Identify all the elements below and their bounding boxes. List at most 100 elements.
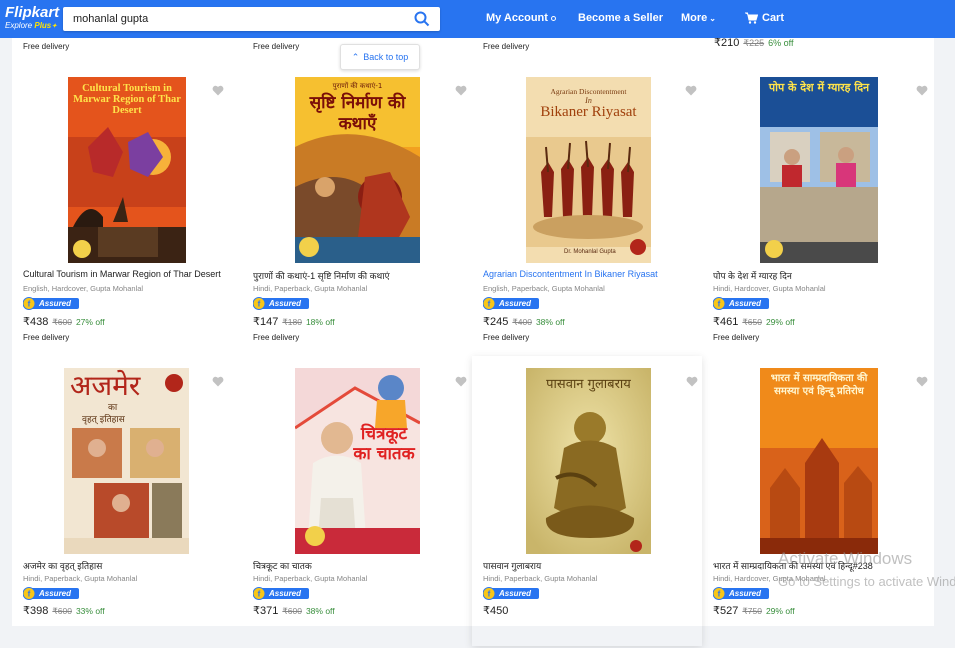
cover-title: पोप के देश में ग्यारह दिन (768, 81, 870, 94)
product-card[interactable]: पुराणों की कथाएं-1 सृष्टि निर्माण की कथा… (242, 68, 472, 358)
plus-star-icon: ✦ (51, 23, 58, 30)
price-text: ₹147 ₹180 18% off (253, 316, 335, 328)
top-header: Flipkart Explore Plus✦ My Account Become… (0, 0, 955, 38)
svg-text:f: f (258, 590, 261, 599)
search-box (63, 7, 440, 31)
product-title[interactable]: पुराणों की कथाएं-1 सृष्टि निर्माण की कथा… (253, 269, 390, 282)
cart-icon[interactable] (745, 12, 758, 24)
cover-art (526, 368, 651, 554)
delivery-text: Free delivery (23, 42, 70, 51)
product-meta: English, Paperback, Gupta Mohanlal (483, 284, 605, 293)
assured-label: Assured (499, 299, 532, 308)
heart-icon[interactable] (212, 85, 224, 96)
heart-icon[interactable] (455, 376, 467, 387)
flipkart-logo[interactable]: Flipkart (5, 5, 59, 20)
activation-watermark-text: Go to Settings to activate Windows. (778, 574, 955, 589)
svg-text:f: f (28, 590, 31, 599)
product-meta: Hindi, Paperback, Gupta Mohanlal (23, 574, 138, 583)
become-seller-link[interactable]: Become a Seller (578, 12, 663, 24)
price-text: ₹438 ₹600 27% off (23, 316, 105, 328)
product-meta: Hindi, Paperback, Gupta Mohanlal (253, 574, 368, 583)
product-meta: English, Hardcover, Gupta Mohanlal (23, 284, 144, 293)
svg-text:f: f (258, 300, 261, 309)
price-text: ₹210 ₹225 6% off (714, 37, 794, 49)
assured-label: Assured (39, 299, 72, 308)
cover-author: Dr. Mohanlal Gupta (564, 249, 616, 255)
product-meta: Hindi, Hardcover, Gupta Mohanlal (713, 284, 826, 293)
cover-art (760, 77, 878, 263)
product-title[interactable]: पोप के देश में ग्यारह दिन (713, 269, 792, 282)
svg-text:f: f (488, 300, 491, 309)
product-card[interactable]: चित्रकूट का चातक चित्रकूट का चातक Hindi,… (242, 358, 472, 648)
assured-label: Assured (269, 589, 302, 598)
heart-icon[interactable] (686, 376, 698, 387)
heart-icon[interactable] (916, 376, 928, 387)
cover-subtitle: वृहत् इतिहास (82, 415, 125, 425)
more-menu[interactable]: More ⌄ (681, 12, 716, 24)
product-card[interactable]: Cultural Tourism in Marwar Region of Tha… (12, 68, 242, 358)
cover-title: सृष्टि निर्माण की कथाएँ (309, 93, 406, 134)
assured-label: Assured (729, 589, 762, 598)
book-cover[interactable]: चित्रकूट का चातक (295, 368, 420, 554)
cover-title: चित्रकूट का चातक (353, 424, 415, 464)
delivery-text: Free delivery (253, 333, 300, 342)
price-text: ₹398 ₹600 33% off (23, 605, 105, 617)
cover-title: Cultural Tourism in Marwar Region of Tha… (73, 83, 181, 116)
assured-label: Assured (729, 299, 762, 308)
chevron-down-icon: ⌄ (709, 14, 716, 23)
svg-text:f: f (718, 590, 721, 599)
product-meta: Hindi, Paperback, Gupta Mohanlal (253, 284, 368, 293)
product-card[interactable]: अजमेर का वृहत् इतिहास अजमेर का वृहत् इति… (12, 358, 242, 648)
assured-label: Assured (269, 299, 302, 308)
product-card[interactable]: Agrarian Discontentment In Bikaner Riyas… (472, 68, 702, 358)
cart-link[interactable]: Cart (762, 12, 784, 24)
delivery-text: Free delivery (253, 42, 300, 51)
cover-title: भारत में साम्प्रदायिकता की समस्या एवं हि… (770, 373, 868, 397)
svg-text:f: f (28, 300, 31, 309)
arrow-up-icon: ⌃ (351, 52, 360, 62)
book-cover[interactable]: पुराणों की कथाएं-1 सृष्टि निर्माण की कथा… (295, 77, 420, 263)
price-text: ₹461 ₹650 29% off (713, 316, 795, 328)
cover-subtitle: Agrarian Discontentment (550, 87, 627, 96)
heart-icon[interactable] (455, 85, 467, 96)
cover-title: अजमेर (70, 369, 141, 402)
assured-label: Assured (39, 589, 72, 598)
product-card[interactable]: पोप के देश में ग्यारह दिन पोप के देश में… (702, 68, 932, 358)
book-cover[interactable]: Agrarian Discontentment In Bikaner Riyas… (526, 77, 651, 263)
price-text: ₹371 ₹600 38% off (253, 605, 335, 617)
product-title[interactable]: चित्रकूट का चातक (253, 559, 312, 572)
product-title[interactable]: अजमेर का वृहत् इतिहास (23, 559, 102, 572)
search-input[interactable] (63, 7, 403, 31)
product-card[interactable]: पासवान गुलाबराय पासवान गुलाबराय Hindi, P… (472, 356, 702, 646)
product-title[interactable]: Cultural Tourism in Marwar Region of Tha… (23, 269, 221, 279)
activation-watermark-title: Activate Windows (778, 549, 913, 568)
heart-icon[interactable] (916, 85, 928, 96)
cover-title: Bikaner Riyasat (540, 104, 637, 120)
product-meta: Hindi, Paperback, Gupta Mohanlal (483, 574, 598, 583)
delivery-text: Free delivery (483, 333, 530, 342)
book-cover[interactable]: पासवान गुलाबराय (526, 368, 651, 554)
product-title[interactable]: पासवान गुलाबराय (483, 559, 541, 572)
back-to-top-button[interactable]: ⌃ Back to top (340, 44, 420, 70)
heart-icon[interactable] (685, 85, 697, 96)
account-dot-icon (550, 15, 556, 21)
book-cover[interactable]: भारत में साम्प्रदायिकता की समस्या एवं हि… (760, 368, 878, 554)
assured-label: Assured (499, 589, 532, 598)
product-title[interactable]: Agrarian Discontentment In Bikaner Riyas… (483, 269, 658, 279)
explore-plus-tagline[interactable]: Explore Plus✦ (5, 21, 57, 30)
cover-title: पासवान गुलाबराय (546, 377, 631, 392)
heart-icon[interactable] (212, 376, 224, 387)
svg-text:f: f (488, 590, 491, 599)
product-card[interactable]: भारत में साम्प्रदायिकता की समस्या एवं हि… (702, 358, 932, 648)
book-cover[interactable]: अजमेर का वृहत् इतिहास (64, 368, 189, 554)
cover-series: पुराणों की कथाएं-1 (332, 82, 383, 90)
book-cover[interactable]: Cultural Tourism in Marwar Region of Tha… (68, 77, 186, 263)
results-grid: Free delivery Free delivery Free deliver… (12, 37, 934, 626)
svg-text:f: f (718, 300, 721, 309)
price-text: ₹245 ₹400 38% off (483, 316, 565, 328)
search-icon[interactable] (413, 10, 431, 28)
book-cover[interactable]: पोप के देश में ग्यारह दिन (760, 77, 878, 263)
delivery-text: Free delivery (483, 42, 530, 51)
price-text: ₹450 (483, 605, 509, 617)
my-account-menu[interactable]: My Account (486, 12, 556, 24)
